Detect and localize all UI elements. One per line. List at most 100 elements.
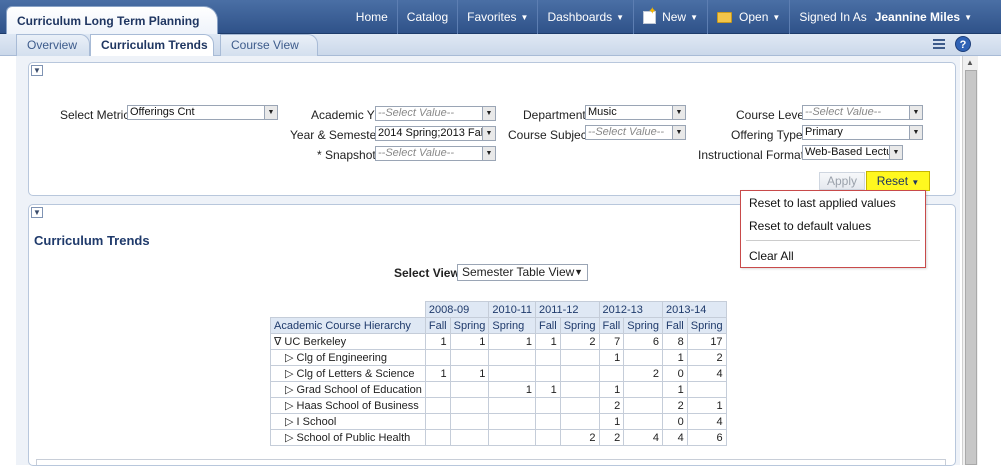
table-cell[interactable] bbox=[598, 365, 625, 382]
table-cell[interactable] bbox=[534, 413, 561, 430]
table-cell[interactable] bbox=[534, 349, 561, 366]
table-cell[interactable]: 2 bbox=[598, 429, 625, 446]
tab-course-view[interactable]: Course View bbox=[220, 34, 318, 56]
table-cell[interactable]: 4 bbox=[686, 365, 727, 382]
table-cell[interactable]: 7 bbox=[598, 333, 625, 350]
table-cell[interactable]: 4 bbox=[623, 429, 664, 446]
table-cell[interactable] bbox=[488, 397, 536, 414]
table-cell[interactable] bbox=[623, 381, 664, 398]
table-cell[interactable]: 6 bbox=[686, 429, 727, 446]
snapshot-dropdown[interactable]: --Select Value-- ▼ bbox=[375, 146, 496, 161]
menu-item-clear-all[interactable]: Clear All bbox=[749, 249, 794, 263]
table-cell[interactable] bbox=[488, 349, 536, 366]
row-label[interactable]: ▷ Clg of Engineering bbox=[270, 349, 426, 366]
page-options-icon[interactable] bbox=[933, 38, 947, 50]
table-cell[interactable]: 1 bbox=[449, 333, 490, 350]
table-cell[interactable]: 2 bbox=[598, 397, 625, 414]
row-label[interactable]: ▷ School of Public Health bbox=[270, 429, 426, 446]
offering-type-dropdown[interactable]: Primary ▼ bbox=[802, 125, 923, 140]
table-cell[interactable] bbox=[623, 397, 664, 414]
year-semester-dropdown[interactable]: 2014 Spring;2013 Fal ▼ bbox=[375, 126, 496, 141]
table-cell[interactable]: 0 bbox=[662, 413, 688, 430]
nav-catalog[interactable]: Catalog bbox=[398, 0, 459, 34]
table-cell[interactable]: 1 bbox=[424, 333, 451, 350]
table-cell[interactable] bbox=[424, 349, 451, 366]
course-level-dropdown[interactable]: --Select Value-- ▼ bbox=[802, 105, 923, 120]
collapse-prompts-icon[interactable]: ▼ bbox=[31, 65, 43, 76]
table-cell[interactable] bbox=[559, 365, 600, 382]
table-cell[interactable] bbox=[424, 381, 451, 398]
year-header[interactable]: 2013-14 bbox=[662, 301, 727, 318]
year-header[interactable]: 2011-12 bbox=[534, 301, 600, 318]
table-cell[interactable]: 1 bbox=[449, 365, 490, 382]
scroll-up-icon[interactable]: ▲ bbox=[966, 58, 974, 67]
year-header[interactable]: 2012-13 bbox=[598, 301, 664, 318]
table-cell[interactable] bbox=[424, 429, 451, 446]
table-cell[interactable]: 1 bbox=[598, 349, 625, 366]
table-cell[interactable]: 1 bbox=[488, 333, 536, 350]
apply-button[interactable]: Apply bbox=[819, 172, 865, 190]
year-header[interactable]: 2010-11 bbox=[488, 301, 536, 318]
table-cell[interactable] bbox=[534, 397, 561, 414]
tab-overview[interactable]: Overview bbox=[16, 34, 90, 56]
table-cell[interactable] bbox=[449, 413, 490, 430]
table-cell[interactable] bbox=[449, 381, 490, 398]
table-cell[interactable]: 2 bbox=[559, 333, 600, 350]
table-cell[interactable]: 1 bbox=[598, 413, 625, 430]
table-cell[interactable]: 4 bbox=[662, 429, 688, 446]
table-cell[interactable] bbox=[559, 413, 600, 430]
row-label[interactable]: ▷ I School bbox=[270, 413, 426, 430]
nav-open[interactable]: Open ▼ bbox=[708, 0, 791, 34]
table-cell[interactable] bbox=[449, 349, 490, 366]
nav-user-menu[interactable]: Signed In As Jeannine Miles ▼ bbox=[790, 0, 981, 34]
table-cell[interactable] bbox=[488, 413, 536, 430]
select-view-dropdown[interactable]: Semester Table View ▼ bbox=[457, 264, 588, 281]
row-label[interactable]: ▷ Haas School of Business bbox=[270, 397, 426, 414]
nav-new[interactable]: New▼ bbox=[634, 0, 709, 34]
table-cell[interactable]: 4 bbox=[686, 413, 727, 430]
table-cell[interactable]: 8 bbox=[662, 333, 688, 350]
row-label[interactable]: ▷ Clg of Letters & Science bbox=[270, 365, 426, 382]
table-cell[interactable] bbox=[559, 397, 600, 414]
table-cell[interactable] bbox=[534, 429, 561, 446]
app-title-tab[interactable]: Curriculum Long Term Planning bbox=[6, 6, 218, 34]
table-cell[interactable]: 17 bbox=[686, 333, 727, 350]
row-label[interactable]: ∇ UC Berkeley bbox=[270, 333, 426, 350]
nav-dashboards[interactable]: Dashboards ▼ bbox=[538, 0, 635, 34]
table-cell[interactable]: 6 bbox=[623, 333, 664, 350]
table-cell[interactable]: 1 bbox=[534, 333, 561, 350]
table-cell[interactable] bbox=[623, 413, 664, 430]
table-cell[interactable]: 1 bbox=[686, 397, 727, 414]
vertical-scrollbar[interactable]: ▲ bbox=[962, 56, 978, 465]
table-cell[interactable] bbox=[424, 413, 451, 430]
table-cell[interactable]: 2 bbox=[662, 397, 688, 414]
nav-favorites[interactable]: Favorites ▼ bbox=[458, 0, 539, 34]
table-cell[interactable]: 1 bbox=[662, 349, 688, 366]
table-cell[interactable]: 1 bbox=[534, 381, 561, 398]
academic-yr-dropdown[interactable]: --Select Value-- ▼ bbox=[375, 106, 496, 121]
menu-item-reset-last-applied[interactable]: Reset to last applied values bbox=[749, 196, 896, 210]
table-cell[interactable] bbox=[488, 429, 536, 446]
year-header[interactable]: 2008-09 bbox=[424, 301, 490, 318]
table-cell[interactable]: 0 bbox=[662, 365, 688, 382]
nav-home[interactable]: Home bbox=[347, 0, 398, 34]
row-label[interactable]: ▷ Grad School of Education bbox=[270, 381, 426, 398]
table-cell[interactable] bbox=[559, 349, 600, 366]
menu-item-reset-default[interactable]: Reset to default values bbox=[749, 219, 871, 233]
select-metric-dropdown[interactable]: Offerings Cnt ▼ bbox=[127, 105, 278, 120]
collapse-results-icon[interactable]: ▼ bbox=[31, 207, 43, 218]
department-dropdown[interactable]: Music ▼ bbox=[585, 105, 686, 120]
table-cell[interactable] bbox=[686, 381, 727, 398]
help-icon[interactable]: ? bbox=[955, 36, 971, 52]
table-cell[interactable]: 1 bbox=[488, 381, 536, 398]
scroll-thumb[interactable] bbox=[965, 70, 977, 465]
table-cell[interactable]: 1 bbox=[662, 381, 688, 398]
tab-curriculum-trends[interactable]: Curriculum Trends bbox=[90, 34, 214, 57]
table-cell[interactable] bbox=[488, 365, 536, 382]
instructional-format-dropdown[interactable]: Web-Based Lectu ▼ bbox=[802, 145, 903, 160]
table-cell[interactable]: 2 bbox=[559, 429, 600, 446]
reset-button[interactable]: Reset ▼ bbox=[866, 171, 930, 191]
table-cell[interactable]: 1 bbox=[598, 381, 625, 398]
table-cell[interactable] bbox=[424, 397, 451, 414]
table-cell[interactable] bbox=[559, 381, 600, 398]
